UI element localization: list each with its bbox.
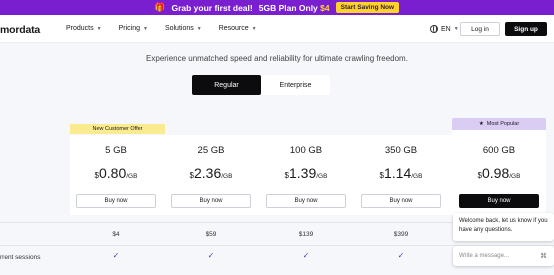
feature-label: rrent sessions — [0, 254, 41, 261]
chat-message: Welcome back, let us know if you have an… — [453, 213, 554, 241]
globe-icon — [430, 25, 438, 33]
chevron-down-icon: ▼ — [453, 26, 459, 32]
plan-price: $2.36/GB — [189, 165, 233, 181]
check-icon: ✓ — [207, 251, 215, 260]
plan-price: $0.80/GB — [94, 165, 138, 181]
menu-item-products[interactable]: Products ▼ — [66, 25, 102, 32]
menu-item-solutions[interactable]: Solutions ▼ — [165, 25, 202, 32]
plan-total: $139 — [298, 231, 314, 238]
chevron-down-icon: ▼ — [251, 25, 257, 32]
plan-total: $59 — [205, 231, 217, 238]
buy-now-button[interactable]: Buy now — [361, 194, 441, 208]
plan-total: $399 — [393, 231, 409, 238]
check-icon: ✓ — [112, 251, 120, 260]
chevron-down-icon: ▼ — [142, 25, 148, 32]
plan-price: $1.39/GB — [284, 165, 328, 181]
plan-size: 600 GB — [482, 145, 516, 156]
plan-size: 5 GB — [105, 145, 127, 156]
check-icon: ✓ — [397, 251, 405, 260]
main-menu: Products ▼ Pricing ▼ Solutions ▼ Resource ▼ — [66, 25, 257, 32]
buy-now-button[interactable]: Buy now — [171, 194, 251, 208]
menu-item-pricing[interactable]: Pricing ▼ — [119, 25, 148, 32]
promo-text: Grab your first deal! — [171, 2, 253, 13]
most-popular-badge: ★ Most Popular — [452, 118, 546, 130]
plan-card: 25 GB $2.36/GB Buy now — [165, 135, 257, 215]
plan-size: 100 GB — [289, 145, 323, 156]
plan-price: $0.98/GB — [477, 165, 521, 181]
plan-card: 100 GB $1.39/GB Buy now — [260, 135, 352, 215]
gift-icon: 🎁 — [154, 2, 166, 12]
chevron-down-icon: ▼ — [196, 25, 202, 32]
plan-size: 350 GB — [384, 145, 418, 156]
buy-now-button[interactable]: Buy now — [266, 194, 346, 208]
check-icon: ✓ — [302, 251, 310, 260]
signup-button[interactable]: Sign up — [505, 22, 547, 36]
attach-icon[interactable]: ⌘ — [540, 252, 547, 260]
start-saving-button[interactable]: Start Saving Now — [335, 2, 400, 13]
chat-placeholder: Write a message... — [459, 253, 509, 259]
buy-now-button[interactable]: Buy now — [76, 194, 156, 208]
plan-price: $1.14/GB — [379, 165, 423, 181]
plan-card-popular: 600 GB $0.98/GB Buy now — [453, 135, 545, 215]
language-label: EN — [441, 25, 451, 33]
plan-card: 350 GB $1.14/GB Buy now — [355, 135, 447, 215]
login-button[interactable]: Log in — [460, 22, 500, 36]
tab-enterprise[interactable]: Enterprise — [261, 75, 330, 95]
chevron-down-icon: ▼ — [96, 25, 102, 32]
tab-regular[interactable]: Regular — [192, 75, 261, 95]
most-popular-label: Most Popular — [486, 121, 520, 127]
star-icon: ★ — [478, 121, 484, 127]
buy-now-button[interactable]: Buy now — [459, 194, 539, 208]
promo-plan-text: 5GB Plan Only $4 — [258, 2, 330, 13]
new-customer-badge: New Customer Offer — [70, 124, 165, 134]
plan-card: 5 GB $0.80/GB Buy now — [70, 135, 162, 215]
menu-item-resource[interactable]: Resource ▼ — [219, 25, 257, 32]
plan-size: 25 GB — [197, 145, 225, 156]
promo-banner: 🎁 Grab your first deal! 5GB Plan Only $4… — [0, 0, 554, 15]
logo[interactable]: mordata — [0, 24, 40, 36]
plan-total: $4 — [112, 231, 120, 238]
page-subtitle: Experience unmatched speed and reliabili… — [146, 54, 408, 63]
plan-type-toggle: Regular Enterprise — [192, 75, 330, 95]
language-selector[interactable]: EN ▼ — [430, 25, 459, 33]
chat-message-input[interactable]: Write a message... ⌘ — [453, 246, 554, 266]
